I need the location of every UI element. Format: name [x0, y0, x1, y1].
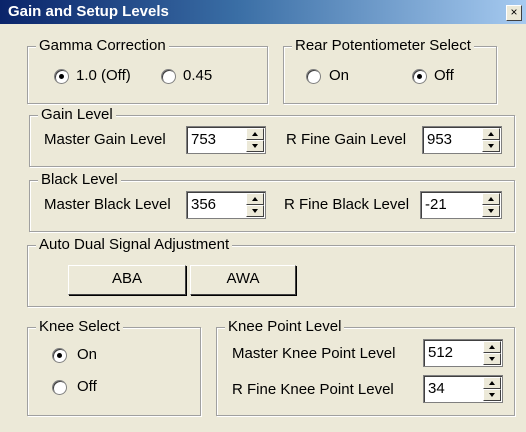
chevron-down-icon[interactable] — [246, 140, 264, 152]
master-knee-point-label: Master Knee Point Level — [232, 345, 396, 362]
chevron-up-icon[interactable] — [246, 193, 264, 205]
master-gain-level-spinner[interactable]: 753 — [186, 126, 266, 154]
gamma-0-45-radio[interactable] — [161, 69, 176, 84]
r-fine-gain-level-label: R Fine Gain Level — [286, 131, 407, 148]
gamma-0-45-label: 0.45 — [183, 67, 213, 84]
gamma-1-0-off-radio[interactable] — [54, 69, 69, 84]
knee-select-legend: Knee Select — [36, 318, 123, 336]
r-fine-black-level-label: R Fine Black Level — [284, 196, 410, 213]
r-fine-gain-spin-buttons — [482, 128, 500, 152]
auto-dual-signal-group: Auto Dual Signal Adjustment ABA AWA — [27, 236, 515, 307]
knee-on-radio[interactable] — [52, 348, 67, 363]
master-black-level-label: Master Black Level — [44, 196, 171, 213]
awa-button[interactable]: AWA — [190, 265, 296, 295]
r-fine-knee-point-spinner[interactable]: 34 — [423, 375, 503, 403]
chevron-up-icon[interactable] — [483, 341, 501, 353]
knee-on-label: On — [77, 346, 98, 363]
master-black-level-value[interactable]: 356 — [191, 196, 216, 214]
chevron-down-icon[interactable] — [482, 205, 500, 217]
chevron-down-icon[interactable] — [483, 353, 501, 365]
r-fine-knee-point-label: R Fine Knee Point Level — [232, 381, 394, 398]
chevron-down-icon[interactable] — [246, 205, 264, 217]
r-fine-knee-point-value[interactable]: 34 — [428, 380, 445, 398]
master-black-spin-buttons — [246, 193, 264, 217]
chevron-up-icon[interactable] — [483, 377, 501, 389]
rear-pot-off-label: Off — [434, 67, 454, 84]
chevron-down-icon[interactable] — [482, 140, 500, 152]
master-gain-level-label: Master Gain Level — [44, 131, 166, 148]
master-knee-spin-buttons — [483, 341, 501, 365]
master-knee-point-value[interactable]: 512 — [428, 344, 453, 362]
rear-pot-off-radio[interactable] — [412, 69, 427, 84]
rear-potentiometer-group: Rear Potentiometer Select On Off — [283, 37, 497, 104]
r-fine-gain-level-spinner[interactable]: 953 — [422, 126, 502, 154]
gamma-correction-group: Gamma Correction 1.0 (Off) 0.45 — [27, 37, 268, 104]
knee-point-level-group: Knee Point Level Master Knee Point Level… — [216, 318, 515, 416]
master-knee-point-spinner[interactable]: 512 — [423, 339, 503, 367]
r-fine-black-level-spinner[interactable]: -21 — [420, 191, 502, 219]
gain-setup-dialog: Gain and Setup Levels × Gamma Correction… — [0, 0, 526, 432]
master-black-level-spinner[interactable]: 356 — [186, 191, 266, 219]
knee-off-radio[interactable] — [52, 380, 67, 395]
auto-dual-signal-legend: Auto Dual Signal Adjustment — [36, 236, 233, 254]
master-gain-spin-buttons — [246, 128, 264, 152]
master-gain-level-value[interactable]: 753 — [191, 131, 216, 149]
gain-level-legend: Gain Level — [38, 106, 116, 124]
black-level-legend: Black Level — [38, 171, 121, 189]
rear-pot-on-label: On — [329, 67, 350, 84]
knee-off-label: Off — [77, 378, 97, 395]
window-title: Gain and Setup Levels — [8, 3, 169, 20]
close-icon[interactable]: × — [506, 5, 522, 21]
r-fine-gain-level-value[interactable]: 953 — [427, 131, 452, 149]
r-fine-knee-spin-buttons — [483, 377, 501, 401]
r-fine-black-spin-buttons — [482, 193, 500, 217]
chevron-up-icon[interactable] — [482, 128, 500, 140]
title-bar: Gain and Setup Levels × — [0, 0, 526, 24]
black-level-group: Black Level Master Black Level 356 R Fin… — [29, 171, 515, 232]
gain-level-group: Gain Level Master Gain Level 753 R Fine … — [29, 106, 515, 167]
aba-button[interactable]: ABA — [68, 265, 186, 295]
rear-pot-on-radio[interactable] — [306, 69, 321, 84]
chevron-up-icon[interactable] — [482, 193, 500, 205]
gamma-1-0-off-label: 1.0 (Off) — [76, 67, 131, 84]
chevron-down-icon[interactable] — [483, 389, 501, 401]
chevron-up-icon[interactable] — [246, 128, 264, 140]
rear-potentiometer-legend: Rear Potentiometer Select — [292, 37, 474, 55]
r-fine-black-level-value[interactable]: -21 — [425, 196, 447, 214]
gamma-correction-legend: Gamma Correction — [36, 37, 169, 55]
knee-select-group: Knee Select On Off — [27, 318, 201, 416]
knee-point-level-legend: Knee Point Level — [225, 318, 345, 336]
